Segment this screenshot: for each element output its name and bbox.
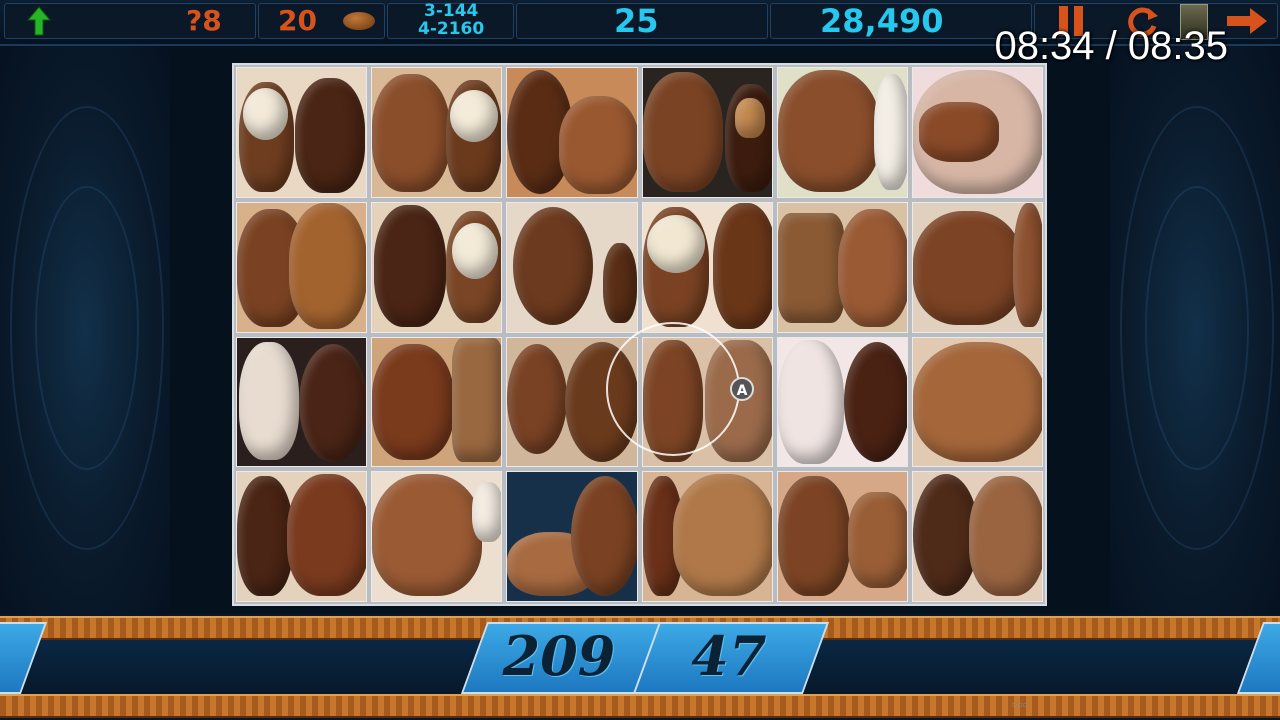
puzzle-tile[interactable] (641, 471, 773, 602)
puzzle-tile[interactable] (236, 471, 368, 602)
score-counter: 28,490 (820, 2, 944, 40)
level-line-1: 3-144 (424, 1, 479, 21)
puzzle-tile[interactable] (371, 471, 503, 602)
puzzle-tile[interactable] (641, 201, 773, 333)
puzzle-tile[interactable] (776, 471, 908, 602)
puzzle-tile[interactable] (641, 67, 773, 198)
moves-counter: 25 (614, 2, 659, 40)
coin-icon (343, 12, 375, 30)
bottom-rail-bottom (0, 694, 1280, 718)
puzzle-tile[interactable] (371, 67, 503, 198)
puzzle-tile[interactable] (236, 336, 368, 468)
puzzle-tile[interactable] (776, 336, 908, 468)
puzzle-tile[interactable] (236, 201, 368, 333)
left-background-panel (0, 46, 170, 616)
puzzle-tile[interactable] (911, 67, 1043, 198)
level-line-2: 4-2160 (418, 19, 485, 39)
puzzle-tile[interactable] (506, 471, 638, 602)
cursor-a-icon: A (730, 377, 754, 401)
puzzle-tile[interactable] (911, 471, 1043, 602)
remaining-pieces-count: 209 (502, 624, 616, 688)
puzzle-tile[interactable] (776, 67, 908, 198)
puzzle-tile[interactable] (506, 201, 638, 333)
right-background-panel (1110, 46, 1280, 616)
puzzle-tile[interactable] (911, 201, 1043, 333)
coin-count: 20 (278, 4, 317, 37)
puzzle-tile[interactable] (371, 336, 503, 468)
video-timer: 08:34 / 08:35 (994, 24, 1228, 68)
puzzle-tile[interactable] (236, 67, 368, 198)
up-arrow-icon[interactable] (27, 6, 51, 36)
hint-count: ?8 (186, 4, 222, 37)
selection-cursor-ring (606, 322, 740, 456)
puzzle-tile[interactable] (776, 201, 908, 333)
puzzle-tile[interactable] (506, 67, 638, 198)
next-arrow-icon[interactable] (1226, 7, 1268, 35)
status-dots: ▫▫▫ (1012, 700, 1029, 709)
puzzle-tile[interactable] (911, 336, 1043, 468)
puzzle-tile[interactable] (371, 201, 503, 333)
placed-pieces-count: 47 (691, 624, 767, 688)
